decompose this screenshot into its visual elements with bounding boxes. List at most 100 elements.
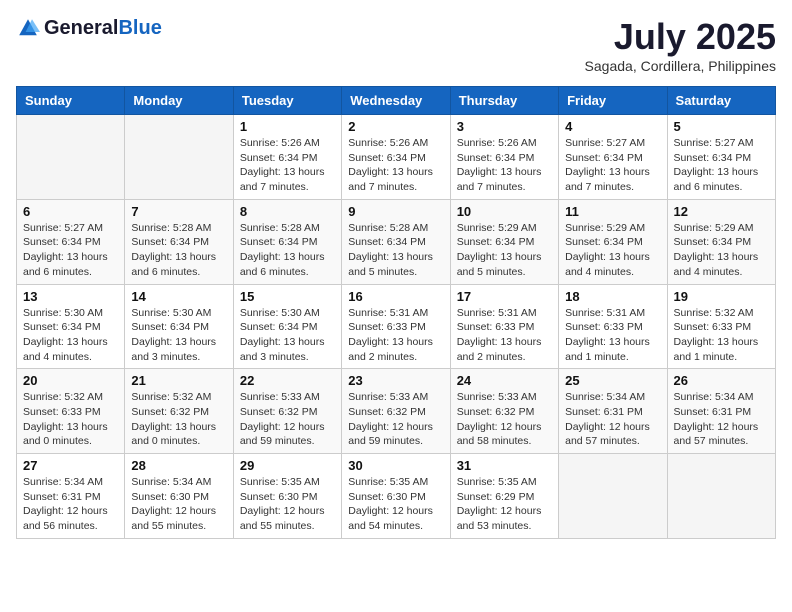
month-year: July 2025 [585, 16, 776, 58]
calendar-cell: 30Sunrise: 5:35 AM Sunset: 6:30 PM Dayli… [342, 454, 450, 539]
day-number: 10 [457, 204, 552, 219]
day-info: Sunrise: 5:27 AM Sunset: 6:34 PM Dayligh… [674, 136, 769, 195]
calendar-cell: 16 Sunrise: 5:31 AM Sunset: 6:33 PM Dayli… [342, 284, 450, 369]
calendar-week-row: 6 Sunrise: 5:27 AM Sunset: 6:34 PM Daylig… [17, 199, 776, 284]
calendar-cell: 5 Sunrise: 5:27 AM Sunset: 6:34 PM Daylig… [667, 115, 775, 200]
day-number: 12 [674, 204, 769, 219]
day-number: 14 [131, 289, 226, 304]
calendar-cell: 21 Sunrise: 5:32 AM Sunset: 6:32 PM Dayli… [125, 369, 233, 454]
day-number: 20 [23, 373, 118, 388]
day-info: Sunrise: 5:33 AM Sunset: 6:32 PM Dayligh… [348, 390, 443, 449]
day-info: Sunrise: 5:30 AM Sunset: 6:34 PM Dayligh… [131, 306, 226, 365]
day-info: Sunrise: 5:26 AM Sunset: 6:34 PM Dayligh… [457, 136, 552, 195]
weekday-header-thursday: Thursday [450, 87, 558, 115]
day-number: 13 [23, 289, 118, 304]
calendar-cell: 22Sunrise: 5:33 AM Sunset: 6:32 PM Dayli… [233, 369, 341, 454]
calendar-cell: 29 Sunrise: 5:35 AM Sunset: 6:30 PM Dayli… [233, 454, 341, 539]
day-info: Sunrise: 5:28 AM Sunset: 6:34 PM Dayligh… [131, 221, 226, 280]
day-info: Sunrise: 5:28 AM Sunset: 6:34 PM Dayligh… [240, 221, 335, 280]
calendar-cell: 7Sunrise: 5:28 AM Sunset: 6:34 PM Daylig… [125, 199, 233, 284]
weekday-header-saturday: Saturday [667, 87, 775, 115]
day-info: Sunrise: 5:27 AM Sunset: 6:34 PM Dayligh… [23, 221, 118, 280]
day-info: Sunrise: 5:31 AM Sunset: 6:33 PM Dayligh… [457, 306, 552, 365]
day-number: 23 [348, 373, 443, 388]
day-info: Sunrise: 5:33 AM Sunset: 6:32 PM Dayligh… [457, 390, 552, 449]
day-info: Sunrise: 5:30 AM Sunset: 6:34 PM Dayligh… [240, 306, 335, 365]
day-number: 11 [565, 204, 660, 219]
day-number: 29 [240, 458, 335, 473]
weekday-header-wednesday: Wednesday [342, 87, 450, 115]
calendar-cell: 25 Sunrise: 5:34 AM Sunset: 6:31 PM Dayli… [559, 369, 667, 454]
weekday-header-sunday: Sunday [17, 87, 125, 115]
day-info: Sunrise: 5:35 AM Sunset: 6:30 PM Dayligh… [240, 475, 335, 534]
weekday-header-row: SundayMondayTuesdayWednesdayThursdayFrid… [17, 87, 776, 115]
calendar-cell: 9Sunrise: 5:28 AM Sunset: 6:34 PM Daylig… [342, 199, 450, 284]
calendar-cell: 17 Sunrise: 5:31 AM Sunset: 6:33 PM Dayli… [450, 284, 558, 369]
calendar-cell: 4Sunrise: 5:27 AM Sunset: 6:34 PM Daylig… [559, 115, 667, 200]
location: Sagada, Cordillera, Philippines [585, 58, 776, 74]
calendar-cell: 1 Sunrise: 5:26 AM Sunset: 6:34 PM Daylig… [233, 115, 341, 200]
day-info: Sunrise: 5:34 AM Sunset: 6:30 PM Dayligh… [131, 475, 226, 534]
calendar-cell [667, 454, 775, 539]
weekday-header-tuesday: Tuesday [233, 87, 341, 115]
day-number: 25 [565, 373, 660, 388]
calendar-cell: 10 Sunrise: 5:29 AM Sunset: 6:34 PM Dayli… [450, 199, 558, 284]
day-number: 17 [457, 289, 552, 304]
day-number: 27 [23, 458, 118, 473]
calendar-cell [559, 454, 667, 539]
calendar-cell: 26 Sunrise: 5:34 AM Sunset: 6:31 PM Dayli… [667, 369, 775, 454]
title-block: July 2025 Sagada, Cordillera, Philippine… [585, 16, 776, 74]
day-number: 22 [240, 373, 335, 388]
day-number: 18 [565, 289, 660, 304]
calendar-cell: 11 Sunrise: 5:29 AM Sunset: 6:34 PM Dayli… [559, 199, 667, 284]
calendar-cell: 8 Sunrise: 5:28 AM Sunset: 6:34 PM Daylig… [233, 199, 341, 284]
day-number: 9 [348, 204, 443, 219]
day-number: 3 [457, 119, 552, 134]
day-number: 5 [674, 119, 769, 134]
calendar-cell: 23 Sunrise: 5:33 AM Sunset: 6:32 PM Dayli… [342, 369, 450, 454]
logo-text-blue: Blue [118, 17, 161, 39]
day-info: Sunrise: 5:35 AM Sunset: 6:30 PM Dayligh… [348, 475, 443, 534]
calendar-cell: 6 Sunrise: 5:27 AM Sunset: 6:34 PM Daylig… [17, 199, 125, 284]
day-number: 4 [565, 119, 660, 134]
day-number: 15 [240, 289, 335, 304]
page-header: GeneralBlue July 2025 Sagada, Cordillera… [16, 16, 776, 74]
day-number: 16 [348, 289, 443, 304]
day-number: 31 [457, 458, 552, 473]
calendar-cell: 13Sunrise: 5:30 AM Sunset: 6:34 PM Dayli… [17, 284, 125, 369]
day-number: 8 [240, 204, 335, 219]
calendar-week-row: 1 Sunrise: 5:26 AM Sunset: 6:34 PM Daylig… [17, 115, 776, 200]
calendar-cell: 2Sunrise: 5:26 AM Sunset: 6:34 PM Daylig… [342, 115, 450, 200]
day-info: Sunrise: 5:26 AM Sunset: 6:34 PM Dayligh… [348, 136, 443, 195]
calendar-week-row: 20Sunrise: 5:32 AM Sunset: 6:33 PM Dayli… [17, 369, 776, 454]
day-number: 1 [240, 119, 335, 134]
calendar-cell: 14 Sunrise: 5:30 AM Sunset: 6:34 PM Dayli… [125, 284, 233, 369]
calendar-cell: 20Sunrise: 5:32 AM Sunset: 6:33 PM Dayli… [17, 369, 125, 454]
day-info: Sunrise: 5:31 AM Sunset: 6:33 PM Dayligh… [565, 306, 660, 365]
calendar-cell [125, 115, 233, 200]
day-info: Sunrise: 5:31 AM Sunset: 6:33 PM Dayligh… [348, 306, 443, 365]
calendar-cell [17, 115, 125, 200]
day-info: Sunrise: 5:35 AM Sunset: 6:29 PM Dayligh… [457, 475, 552, 534]
day-info: Sunrise: 5:32 AM Sunset: 6:33 PM Dayligh… [674, 306, 769, 365]
day-info: Sunrise: 5:34 AM Sunset: 6:31 PM Dayligh… [565, 390, 660, 449]
day-number: 21 [131, 373, 226, 388]
day-info: Sunrise: 5:29 AM Sunset: 6:34 PM Dayligh… [457, 221, 552, 280]
day-info: Sunrise: 5:34 AM Sunset: 6:31 PM Dayligh… [23, 475, 118, 534]
logo-icon [16, 16, 40, 40]
day-number: 6 [23, 204, 118, 219]
day-info: Sunrise: 5:29 AM Sunset: 6:34 PM Dayligh… [565, 221, 660, 280]
calendar-cell: 27 Sunrise: 5:34 AM Sunset: 6:31 PM Dayli… [17, 454, 125, 539]
calendar-cell: 24 Sunrise: 5:33 AM Sunset: 6:32 PM Dayli… [450, 369, 558, 454]
day-info: Sunrise: 5:26 AM Sunset: 6:34 PM Dayligh… [240, 136, 335, 195]
day-number: 26 [674, 373, 769, 388]
logo-text-general: General [44, 17, 118, 39]
day-info: Sunrise: 5:34 AM Sunset: 6:31 PM Dayligh… [674, 390, 769, 449]
day-number: 28 [131, 458, 226, 473]
day-info: Sunrise: 5:32 AM Sunset: 6:32 PM Dayligh… [131, 390, 226, 449]
calendar-table: SundayMondayTuesdayWednesdayThursdayFrid… [16, 86, 776, 539]
day-info: Sunrise: 5:29 AM Sunset: 6:34 PM Dayligh… [674, 221, 769, 280]
day-number: 24 [457, 373, 552, 388]
calendar-cell: 31 Sunrise: 5:35 AM Sunset: 6:29 PM Dayli… [450, 454, 558, 539]
calendar-cell: 18 Sunrise: 5:31 AM Sunset: 6:33 PM Dayli… [559, 284, 667, 369]
